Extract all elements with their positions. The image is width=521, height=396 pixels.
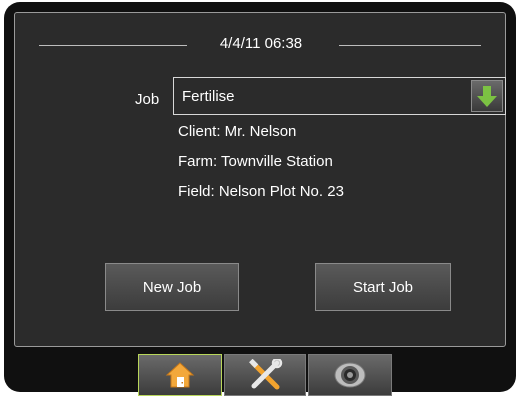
tools-icon bbox=[249, 359, 283, 390]
datetime-display: 4/4/11 06:38 bbox=[219, 35, 303, 52]
tab-gps[interactable] bbox=[308, 354, 392, 396]
new-job-button[interactable]: New Job bbox=[105, 263, 239, 311]
tab-home[interactable] bbox=[138, 354, 222, 396]
start-job-button[interactable]: Start Job bbox=[315, 263, 451, 311]
satellite-icon bbox=[334, 362, 366, 388]
arrow-down-icon bbox=[477, 86, 497, 107]
farm-text: Farm: Townville Station bbox=[178, 153, 333, 170]
home-icon bbox=[165, 362, 195, 388]
device-frame: 4/4/11 06:38 Job Fertilise Client: Mr. N… bbox=[4, 2, 516, 396]
main-panel: 4/4/11 06:38 Job Fertilise Client: Mr. N… bbox=[14, 12, 506, 347]
header-divider-right bbox=[339, 45, 481, 46]
header-divider-left bbox=[39, 45, 187, 46]
header: 4/4/11 06:38 bbox=[39, 33, 481, 55]
job-label: Job bbox=[135, 91, 160, 108]
job-dropdown-button[interactable] bbox=[471, 80, 503, 112]
bottom-tab-bar bbox=[138, 354, 394, 396]
tab-tools[interactable] bbox=[224, 354, 306, 396]
job-select-value: Fertilise bbox=[182, 88, 235, 105]
field-text: Field: Nelson Plot No. 23 bbox=[178, 183, 344, 200]
job-select[interactable]: Fertilise bbox=[173, 77, 506, 115]
client-text: Client: Mr. Nelson bbox=[178, 123, 297, 140]
